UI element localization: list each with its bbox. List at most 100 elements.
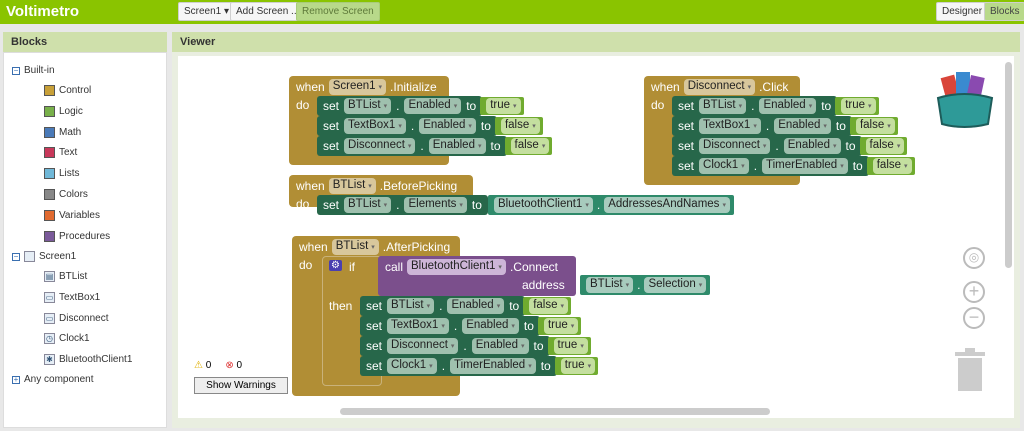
component-bluetoothclient1[interactable]: ✱ BluetoothClient1	[44, 354, 132, 366]
component-dropdown[interactable]: TextBox1 ▾	[344, 118, 406, 134]
boolean-dropdown[interactable]: false ▾	[872, 158, 912, 174]
drawer-variables[interactable]: Variables	[44, 209, 100, 221]
property-dropdown[interactable]: Elements ▾	[404, 197, 467, 213]
property-dropdown[interactable]: Enabled ▾	[774, 118, 831, 134]
set-statement[interactable]: set TextBox1 ▾. Enabled ▾ to false ▾	[317, 116, 543, 136]
setter-block[interactable]: set Disconnect ▾. Enabled ▾ to	[672, 136, 862, 156]
horizontal-scrollbar[interactable]	[340, 408, 770, 415]
set-statement[interactable]: set BTList ▾. Enabled ▾ to true ▾	[317, 96, 524, 116]
component-dropdown[interactable]: BTList ▾	[344, 197, 392, 213]
boolean-block[interactable]: true ▾	[835, 97, 879, 115]
component-dropdown[interactable]: Disconnect ▾	[387, 338, 459, 354]
show-warnings-button[interactable]: Show Warnings	[194, 377, 288, 394]
component-dropdown[interactable]: BluetoothClient1 ▾	[493, 197, 593, 213]
setter-block[interactable]: set Disconnect ▾. Enabled ▾ to	[317, 136, 507, 156]
setter-block[interactable]: set BTList ▾. Enabled ▾ to	[672, 96, 838, 116]
component-dropdown[interactable]: BTList ▾	[331, 239, 379, 255]
boolean-dropdown[interactable]: true ▾	[486, 98, 521, 114]
trash-icon[interactable]	[955, 348, 985, 392]
blocks-workspace[interactable]: ◎ + − when Screen1 ▾ .Initialize do set BTList…	[178, 56, 1014, 418]
screen-select[interactable]: Screen1 ▾	[178, 2, 236, 21]
set-statement[interactable]: set BTList ▾. Enabled ▾ to true ▾	[672, 96, 879, 116]
boolean-block[interactable]: false ▾	[849, 117, 898, 135]
expand-icon[interactable]: +	[12, 375, 20, 384]
property-dropdown[interactable]: Enabled ▾	[783, 138, 841, 154]
component-dropdown[interactable]: Disconnect ▾	[344, 138, 416, 154]
component-dropdown[interactable]: BTList ▾	[387, 298, 435, 314]
boolean-dropdown[interactable]: false ▾	[865, 138, 905, 154]
add-screen-button[interactable]: Add Screen ...	[230, 2, 306, 21]
component-textbox1[interactable]: ▭ TextBox1	[44, 291, 100, 303]
component-dropdown[interactable]: TextBox1 ▾	[387, 318, 449, 334]
boolean-block[interactable]: true ▾	[537, 317, 582, 335]
property-dropdown[interactable]: AddressesAndNames ▾	[604, 197, 730, 213]
drawer-lists[interactable]: Lists	[44, 168, 80, 180]
boolean-dropdown[interactable]: true ▾	[841, 98, 876, 114]
setter-block[interactable]: set Disconnect ▾. Enabled ▾ to	[360, 336, 550, 356]
boolean-block[interactable]: true ▾	[547, 337, 591, 355]
property-dropdown[interactable]: Enabled ▾	[447, 298, 505, 314]
setter-block[interactable]: set BTList ▾. Enabled ▾ to	[317, 96, 483, 116]
tree-built-in[interactable]: − Built-in	[12, 65, 55, 76]
component-dropdown[interactable]: Disconnect ▾	[699, 138, 771, 154]
vertical-scrollbar[interactable]	[1005, 62, 1012, 268]
zoom-in-icon[interactable]: +	[963, 281, 985, 303]
component-dropdown[interactable]: Disconnect ▾	[683, 79, 756, 95]
property-dropdown[interactable]: Enabled ▾	[471, 338, 529, 354]
drawer-logic[interactable]: Logic	[44, 105, 83, 117]
recenter-icon[interactable]: ◎	[963, 247, 985, 269]
boolean-dropdown[interactable]: true ▾	[543, 318, 579, 334]
blocks-button[interactable]: Blocks	[984, 2, 1024, 21]
component-dropdown[interactable]: BluetoothClient1 ▾	[407, 259, 506, 275]
backpack-icon[interactable]	[934, 70, 994, 130]
property-dropdown[interactable]: TimerEnabled ▾	[450, 358, 536, 374]
component-dropdown[interactable]: BTList ▾	[699, 98, 747, 114]
property-dropdown[interactable]: Enabled ▾	[419, 118, 476, 134]
component-dropdown[interactable]: BTList ▾	[344, 98, 392, 114]
set-statement[interactable]: set Clock1 ▾. TimerEnabled ▾ to true ▾	[360, 356, 599, 376]
property-dropdown[interactable]: Enabled ▾	[462, 318, 519, 334]
setter-block[interactable]: set TextBox1 ▾. Enabled ▾ to	[317, 116, 497, 136]
zoom-out-icon[interactable]: −	[963, 307, 985, 329]
component-dropdown[interactable]: BTList ▾	[328, 178, 376, 194]
boolean-dropdown[interactable]: false ▾	[500, 118, 540, 134]
boolean-dropdown[interactable]: true ▾	[560, 358, 596, 374]
getter-block[interactable]: BluetoothClient1 ▾. AddressesAndNames ▾	[487, 195, 734, 215]
collapse-icon[interactable]: −	[12, 66, 20, 75]
setter-block[interactable]: set Clock1 ▾. TimerEnabled ▾ to	[672, 156, 869, 176]
boolean-dropdown[interactable]: false ▾	[510, 138, 550, 154]
boolean-block[interactable]: true ▾	[554, 357, 599, 375]
property-dropdown[interactable]: Enabled ▾	[428, 138, 486, 154]
boolean-block[interactable]: false ▾	[494, 117, 543, 135]
set-statement[interactable]: set Disconnect ▾. Enabled ▾ to true ▾	[360, 336, 591, 356]
setter-block[interactable]: set TextBox1 ▾. Enabled ▾ to	[672, 116, 852, 136]
call-block[interactable]: call BluetoothClient1 ▾ .Connect address	[378, 256, 576, 296]
set-statement[interactable]: set TextBox1 ▾. Enabled ▾ to false ▾	[672, 116, 898, 136]
tree-any-component[interactable]: + Any component	[12, 374, 94, 385]
drawer-text[interactable]: Text	[44, 147, 77, 159]
property-dropdown[interactable]: Enabled ▾	[404, 98, 462, 114]
collapse-icon[interactable]: −	[12, 252, 20, 261]
component-clock1[interactable]: ◷ Clock1	[44, 333, 90, 345]
boolean-block[interactable]: false ▾	[504, 137, 553, 155]
component-dropdown[interactable]: Screen1 ▾	[328, 79, 387, 95]
setter-block[interactable]: set Clock1 ▾. TimerEnabled ▾ to	[360, 356, 557, 376]
component-dropdown[interactable]: TextBox1 ▾	[699, 118, 761, 134]
setter-block[interactable]: set TextBox1 ▾. Enabled ▾ to	[360, 316, 540, 336]
boolean-dropdown[interactable]: false ▾	[855, 118, 895, 134]
boolean-block[interactable]: false ▾	[859, 137, 908, 155]
boolean-block[interactable]: true ▾	[480, 97, 524, 115]
component-dropdown[interactable]: Clock1 ▾	[387, 358, 437, 374]
component-btlist[interactable]: ▤ BTList	[44, 271, 87, 282]
drawer-math[interactable]: Math	[44, 126, 81, 138]
boolean-block[interactable]: false ▾	[523, 297, 572, 315]
designer-button[interactable]: Designer	[936, 2, 989, 21]
tree-screen1[interactable]: − Screen1	[12, 251, 76, 262]
setter-block[interactable]: set BTList ▾. Enabled ▾ to	[360, 296, 526, 316]
component-dropdown[interactable]: Clock1 ▾	[699, 158, 749, 174]
set-statement[interactable]: set BTList ▾. Elements ▾ to BluetoothClient1 ▾.…	[317, 195, 734, 215]
gear-icon[interactable]: ⚙	[329, 260, 342, 271]
set-statement[interactable]: set BTList ▾. Enabled ▾ to false ▾	[360, 296, 572, 316]
set-statement[interactable]: set Disconnect ▾. Enabled ▾ to false ▾	[317, 136, 553, 156]
property-dropdown[interactable]: TimerEnabled ▾	[762, 158, 848, 174]
